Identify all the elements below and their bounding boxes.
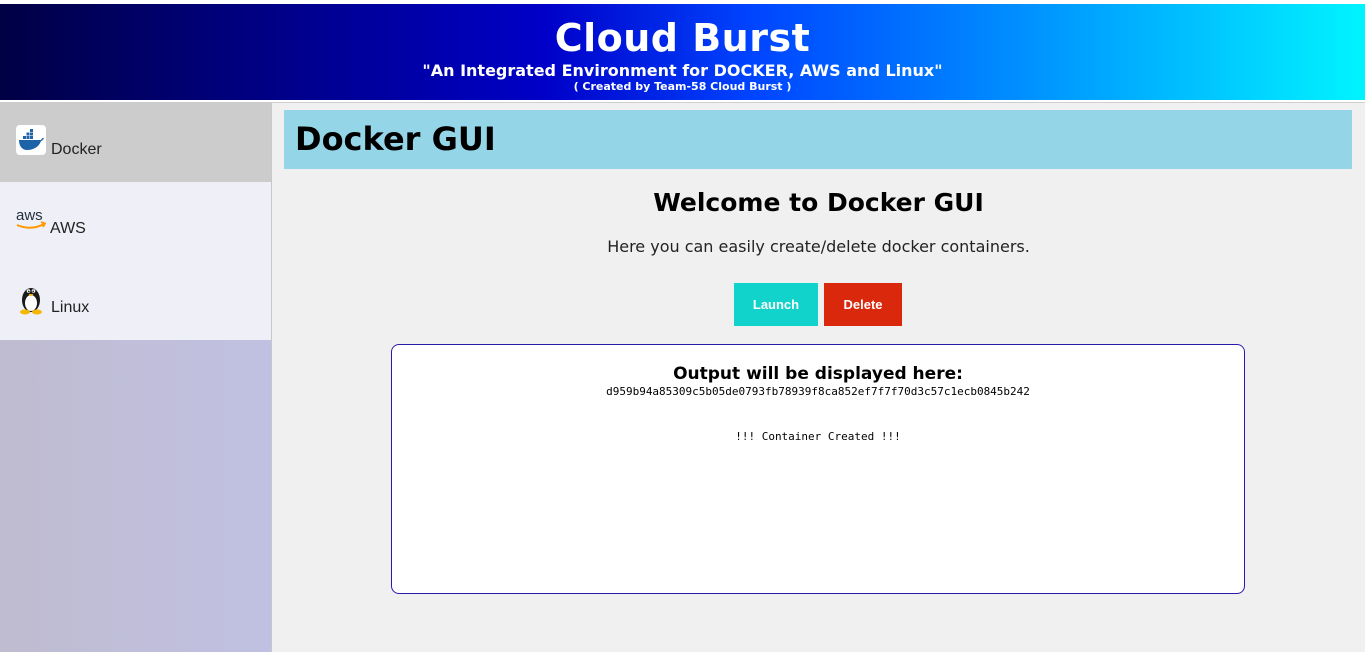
app-credit: ( Created by Team-58 Cloud Burst ): [573, 80, 792, 93]
sidebar-item-label: AWS: [50, 220, 86, 237]
sidebar: Docker aws AWS Linux: [0, 102, 272, 652]
launch-button[interactable]: Launch: [734, 283, 818, 326]
app-subtitle: "An Integrated Environment for DOCKER, A…: [422, 61, 943, 80]
output-title: Output will be displayed here:: [673, 364, 963, 384]
sidebar-item-label: Linux: [51, 299, 90, 316]
page-title: Docker GUI: [295, 120, 496, 158]
app-header: Cloud Burst "An Integrated Environment f…: [0, 4, 1365, 100]
tux-penguin-icon: [16, 283, 46, 315]
page-banner: Docker GUI: [284, 110, 1352, 169]
sidebar-item-linux[interactable]: Linux: [0, 261, 271, 340]
output-panel: Output will be displayed here: d959b94a8…: [391, 344, 1245, 594]
main-content: Docker GUI Welcome to Docker GUI Here yo…: [272, 102, 1365, 652]
container-id: d959b94a85309c5b05de0793fb78939f8ca852ef…: [606, 385, 1030, 398]
aws-logo-text: aws: [16, 207, 43, 224]
welcome-heading: Welcome to Docker GUI: [653, 188, 984, 217]
sidebar-item-docker[interactable]: Docker: [0, 102, 271, 182]
aws-logo-icon: aws: [16, 207, 48, 237]
page-description: Here you can easily create/delete docker…: [607, 237, 1030, 256]
delete-button[interactable]: Delete: [824, 283, 902, 326]
sidebar-item-aws[interactable]: aws AWS: [0, 182, 271, 261]
docker-whale-icon: [16, 125, 46, 155]
output-message: !!! Container Created !!!: [735, 430, 901, 443]
app-title: Cloud Burst: [554, 16, 811, 60]
sidebar-item-label: Docker: [51, 141, 102, 158]
